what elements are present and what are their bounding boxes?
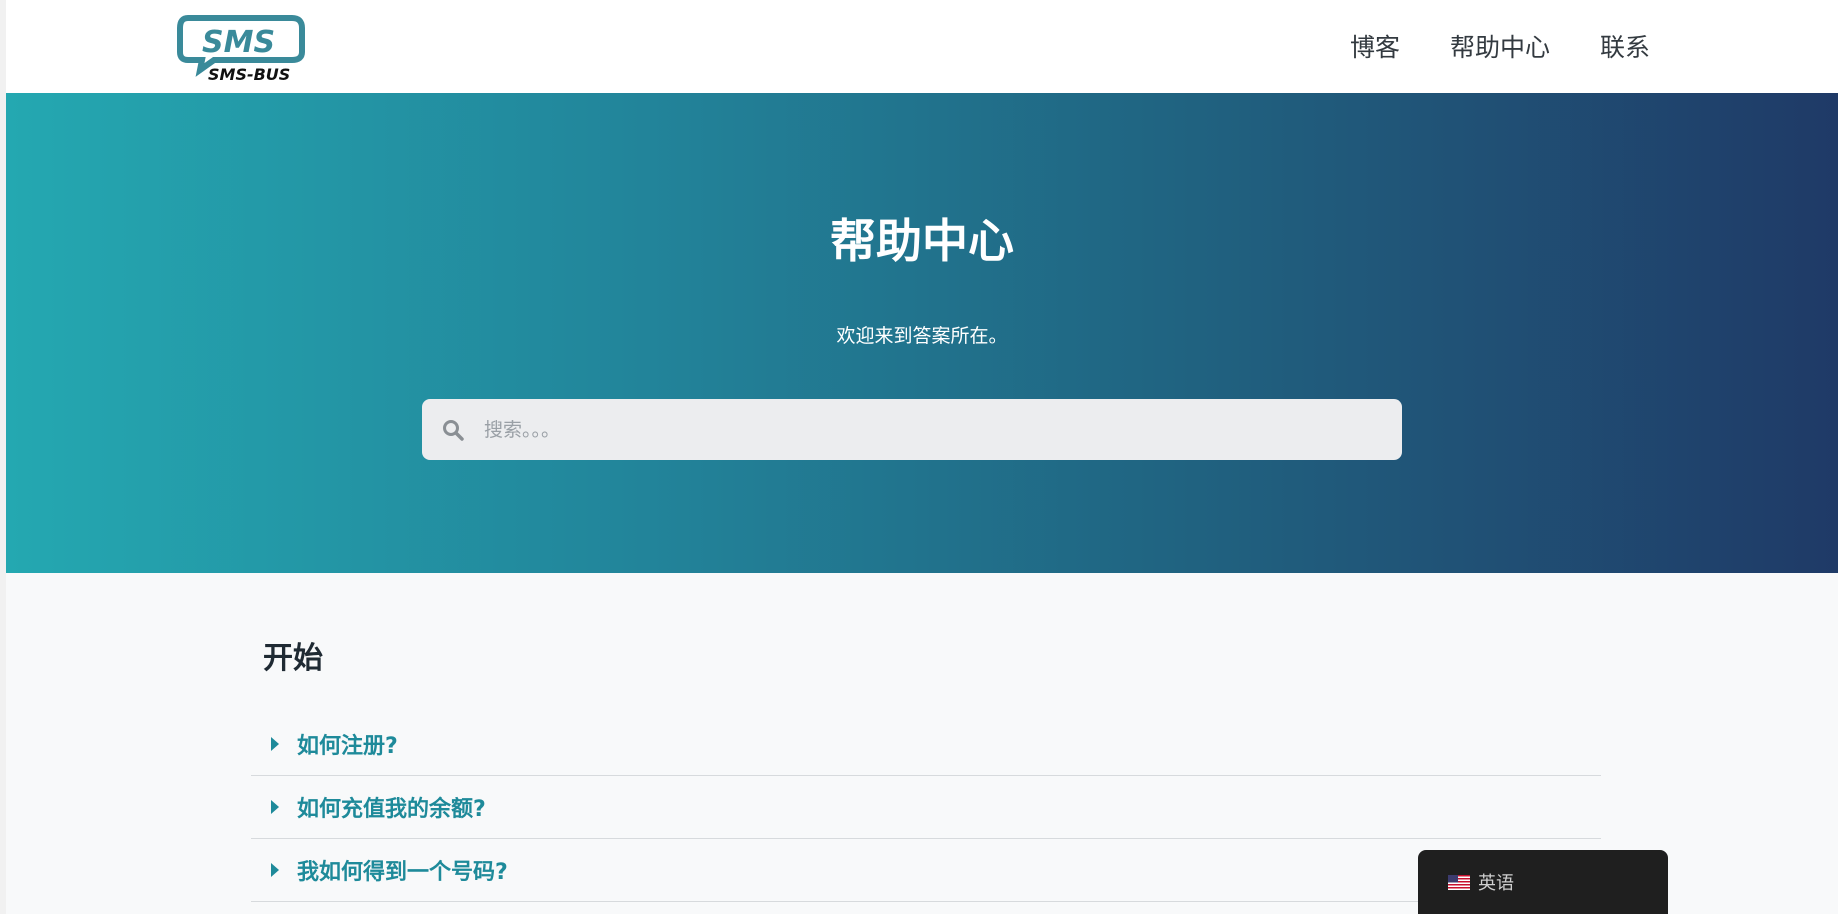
- page: SMS SMS-BUS 博客 帮助中心 联系 帮助中心 欢迎来到答案所在。 开始…: [0, 0, 1838, 914]
- faq-item[interactable]: 如何注册?: [251, 713, 1601, 776]
- caret-right-icon: [271, 737, 279, 751]
- nav-blog[interactable]: 博客: [1350, 28, 1400, 64]
- caret-right-icon: [271, 800, 279, 814]
- main-nav: 博客 帮助中心 联系: [1350, 28, 1650, 64]
- site-header: SMS SMS-BUS 博客 帮助中心 联系: [6, 0, 1838, 93]
- faq-question: 如何注册?: [297, 734, 398, 759]
- language-label: 英语: [1478, 873, 1514, 894]
- svg-text:SMS-BUS: SMS-BUS: [208, 65, 290, 84]
- hero-banner: 帮助中心 欢迎来到答案所在。: [6, 93, 1838, 573]
- hero-title: 帮助中心: [830, 214, 1014, 268]
- sms-bus-logo[interactable]: SMS SMS-BUS: [174, 12, 306, 84]
- us-flag-icon: [1448, 874, 1470, 890]
- faq-list: 如何注册? 如何充值我的余额? 我如何得到一个号码?: [251, 713, 1601, 902]
- section-title: 开始: [263, 641, 323, 676]
- search-bar[interactable]: [422, 399, 1402, 460]
- nav-contact[interactable]: 联系: [1600, 28, 1650, 64]
- faq-question: 如何充值我的余额?: [297, 797, 486, 822]
- faq-question: 我如何得到一个号码?: [297, 860, 508, 885]
- faq-item[interactable]: 我如何得到一个号码?: [251, 839, 1601, 902]
- faq-item[interactable]: 如何充值我的余额?: [251, 776, 1601, 839]
- nav-help-center[interactable]: 帮助中心: [1450, 28, 1550, 64]
- language-switcher[interactable]: 英语: [1418, 850, 1668, 914]
- hero-subtitle: 欢迎来到答案所在。: [836, 325, 1008, 347]
- caret-right-icon: [271, 863, 279, 877]
- search-input[interactable]: [482, 417, 1366, 442]
- svg-text:SMS: SMS: [202, 25, 275, 60]
- search-icon: [443, 419, 464, 441]
